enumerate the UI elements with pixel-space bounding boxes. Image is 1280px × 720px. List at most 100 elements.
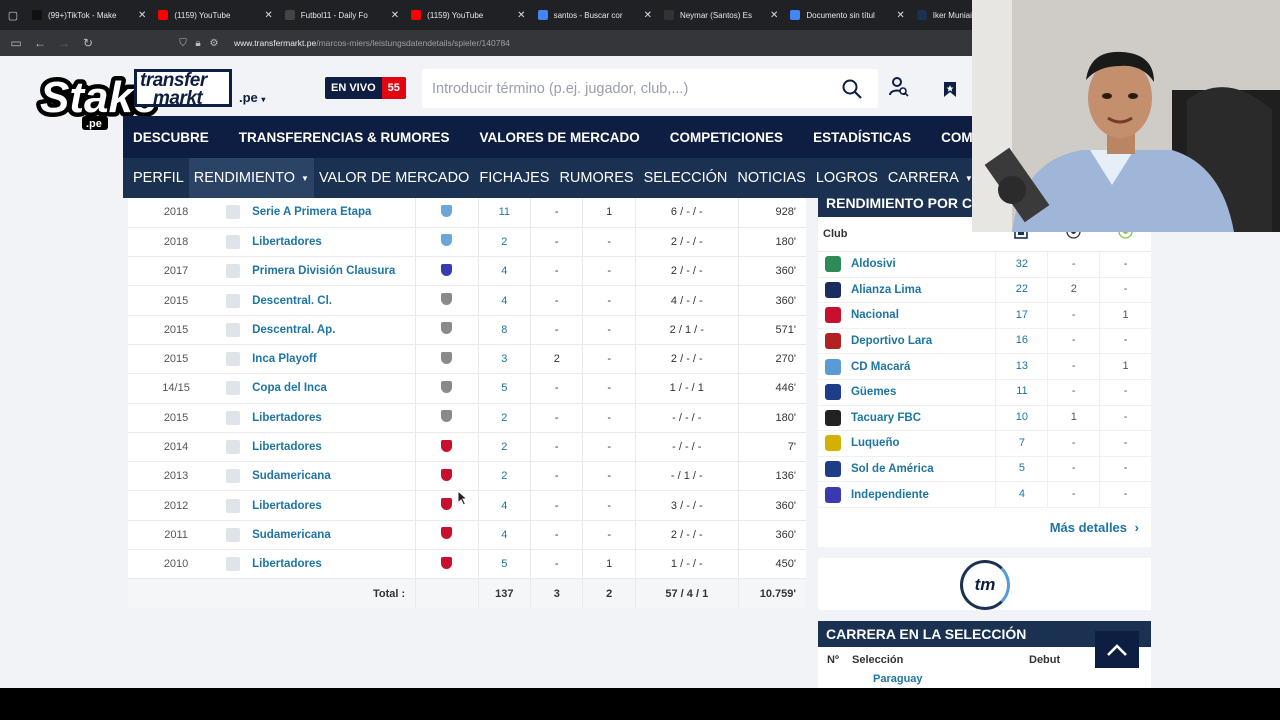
lock-icon[interactable]: 🔒︎ — [190, 30, 206, 56]
browser-tab[interactable]: Neymar (Santos) Es ✕ — [658, 0, 784, 30]
appearances-cell[interactable]: 2 — [478, 403, 532, 433]
club-name-link[interactable]: Independiente — [851, 489, 996, 501]
close-icon[interactable]: ✕ — [138, 10, 146, 21]
club-apps[interactable]: 11 — [995, 379, 1047, 406]
nav-valores[interactable]: VALORES DE MERCADO — [470, 130, 650, 145]
club-crest-icon[interactable] — [441, 439, 453, 452]
competition-link[interactable]: Sudamericana — [252, 529, 331, 541]
competition-link[interactable]: Libertadores — [252, 441, 322, 453]
competition-link[interactable]: Libertadores — [252, 500, 322, 512]
appearances-cell[interactable]: 2 — [478, 432, 532, 463]
club-apps[interactable]: 7 — [995, 430, 1047, 457]
tab-rumores[interactable]: RUMORES — [554, 158, 638, 198]
club-crest-icon[interactable] — [441, 322, 453, 335]
club-crest-icon[interactable] — [441, 468, 453, 481]
club-apps[interactable]: 16 — [995, 328, 1047, 354]
competition-link[interactable]: Copa del Inca — [252, 382, 327, 394]
back-icon[interactable]: ← — [28, 30, 52, 56]
club-crest-icon[interactable] — [825, 435, 841, 452]
close-icon[interactable]: ✕ — [391, 10, 399, 21]
tab-noticias[interactable]: NOTICIAS — [732, 158, 810, 198]
club-crest-icon[interactable] — [441, 527, 453, 540]
club-crest-icon[interactable] — [441, 410, 453, 423]
scroll-to-top-button[interactable] — [1095, 631, 1139, 668]
forward-icon[interactable]: → — [52, 30, 76, 56]
competition-link[interactable]: Libertadores — [252, 558, 322, 570]
bookmark-icon[interactable] — [943, 81, 957, 98]
close-icon[interactable]: ✕ — [896, 10, 904, 21]
tab-rendimiento[interactable]: RENDIMIENTO ▼ — [188, 158, 314, 198]
club-crest-icon[interactable] — [825, 358, 841, 375]
search-input[interactable] — [432, 80, 822, 97]
competition-link[interactable]: Inca Playoff — [252, 353, 317, 365]
competition-link[interactable]: Primera División Clausura — [252, 265, 395, 277]
club-crest-icon[interactable] — [825, 409, 841, 426]
browser-tab[interactable]: (1159) YouTube ✕ — [405, 0, 531, 30]
tab-actions-icon[interactable]: ▢ — [0, 0, 26, 30]
club-apps[interactable]: 17 — [995, 302, 1047, 329]
live-button[interactable]: EN VIVO 55 — [325, 77, 406, 99]
club-name-link[interactable]: Sol de América — [851, 463, 996, 475]
tab-logros[interactable]: LOGROS — [811, 158, 883, 198]
competition-link[interactable]: Sudamericana — [252, 470, 331, 482]
appearances-cell[interactable]: 4 — [478, 520, 532, 551]
close-icon[interactable]: ✕ — [264, 10, 272, 21]
club-crest-icon[interactable] — [441, 263, 453, 276]
club-crest-icon[interactable] — [825, 461, 841, 478]
club-crest-icon[interactable] — [441, 498, 453, 511]
club-crest-icon[interactable] — [825, 384, 841, 401]
club-crest-icon[interactable] — [441, 204, 453, 217]
appearances-cell[interactable]: 2 — [478, 461, 532, 492]
close-icon[interactable]: ✕ — [644, 10, 652, 21]
club-crest-icon[interactable] — [825, 333, 841, 350]
club-crest-icon[interactable] — [825, 307, 841, 324]
club-name-link[interactable]: Deportivo Lara — [851, 335, 996, 347]
nav-estadisticas[interactable]: ESTADÍSTICAS — [803, 130, 921, 145]
url-field[interactable]: www.transfermarkt.pe/marcos-miers/leistu… — [234, 38, 510, 48]
club-apps[interactable]: 13 — [995, 353, 1047, 380]
appearances-cell[interactable]: 4 — [478, 256, 532, 287]
club-crest-icon[interactable] — [441, 351, 453, 364]
user-search-icon[interactable] — [889, 77, 909, 97]
sidebar-toggle-icon[interactable]: ▭ — [4, 30, 28, 56]
appearances-cell[interactable]: 5 — [478, 549, 532, 580]
club-crest-icon[interactable] — [825, 281, 841, 298]
browser-tab[interactable]: (1159) YouTube ✕ — [152, 0, 278, 30]
club-crest-icon[interactable] — [441, 293, 453, 306]
transfermarkt-logo[interactable]: transfer markt — [134, 69, 232, 109]
club-name-link[interactable]: Aldosivi — [851, 258, 996, 270]
browser-tab[interactable]: Documento sin títul ✕ — [784, 0, 910, 30]
club-name-link[interactable]: Alianza Lima — [851, 284, 996, 296]
club-name-link[interactable]: Tacuary FBC — [851, 412, 996, 424]
more-details-link[interactable]: Más detalles › — [1050, 520, 1139, 535]
club-crest-icon[interactable] — [825, 486, 841, 503]
club-apps[interactable]: 10 — [995, 405, 1047, 431]
club-apps[interactable]: 22 — [995, 277, 1047, 303]
search-icon[interactable] — [842, 79, 862, 99]
tab-carrera[interactable]: CARRERA ▼ — [883, 158, 978, 198]
tab-perfil[interactable]: PERFIL — [123, 158, 189, 198]
competition-link[interactable]: Descentral. Ap. — [252, 324, 335, 336]
appearances-cell[interactable]: 2 — [478, 227, 532, 258]
appearances-cell[interactable]: 5 — [478, 373, 532, 404]
appearances-cell[interactable]: 11 — [478, 198, 532, 228]
club-crest-icon[interactable] — [441, 234, 453, 247]
appearances-cell[interactable]: 8 — [478, 315, 532, 345]
competition-link[interactable]: Libertadores — [252, 236, 322, 248]
appearances-cell[interactable]: 4 — [478, 490, 532, 521]
browser-tab[interactable]: santos - Buscar cor ✕ — [532, 0, 658, 30]
site-info-icon[interactable]: ⛉ — [176, 30, 190, 56]
tab-seleccion[interactable]: SELECCIÓN — [639, 158, 733, 198]
competition-link[interactable]: Serie A Primera Etapa — [252, 206, 371, 218]
club-name-link[interactable]: Luqueño — [851, 437, 996, 449]
club-name-link[interactable]: Güemes — [851, 386, 996, 398]
competition-link[interactable]: Descentral. Cl. — [252, 295, 332, 307]
browser-tab[interactable]: (99+)TikTok - Make ✕ — [26, 0, 152, 30]
club-crest-icon[interactable] — [441, 556, 453, 569]
reload-icon[interactable]: ↻ — [76, 30, 100, 56]
tab-valor-mercado[interactable]: VALOR DE MERCADO — [314, 158, 474, 198]
club-apps[interactable]: 32 — [995, 251, 1047, 278]
tab-fichajes[interactable]: FICHAJES — [474, 158, 554, 198]
nav-competiciones[interactable]: COMPETICIONES — [660, 130, 793, 145]
club-name-link[interactable]: CD Macará — [851, 361, 996, 373]
